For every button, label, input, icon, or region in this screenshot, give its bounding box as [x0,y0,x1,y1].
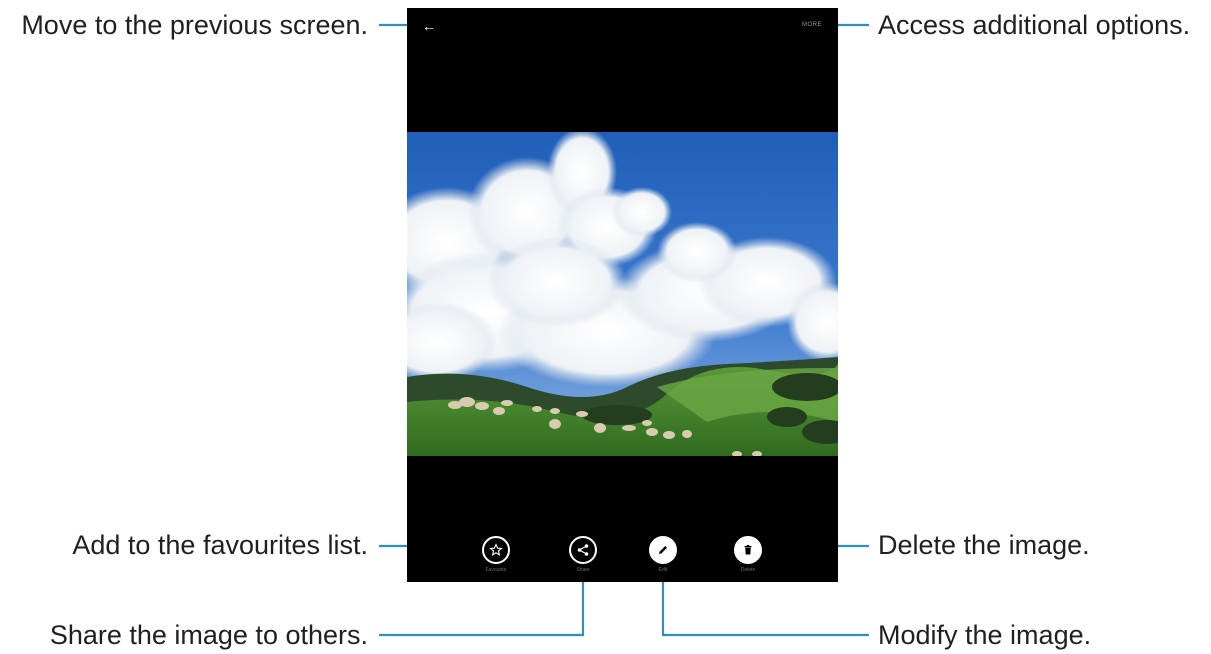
star-icon [489,543,503,557]
more-options-button[interactable]: MORE [800,22,822,28]
callout-modify: Modify the image. [878,620,1092,650]
share-label: Share [576,567,590,573]
favourite-button[interactable] [482,536,510,564]
favourite-label: Favourite [485,567,507,573]
edit-label: Edit [658,567,668,573]
share-button[interactable] [569,536,597,564]
edit-button[interactable] [649,536,677,564]
delete-icon [744,545,752,555]
callout-options: Access additional options. [878,10,1191,40]
callout-back: Move to the previous screen. [21,10,368,40]
share-icon [577,544,589,556]
edit-icon [659,546,667,554]
back-arrow-icon[interactable]: ← [421,18,437,34]
callout-delete: Delete the image. [878,530,1090,560]
callout-share: Share the image to others. [49,620,368,650]
delete-label: Delete [740,567,756,573]
gallery-viewer-screen: ← MORE Favourite Share Edit Delete [407,8,838,582]
delete-button[interactable] [734,536,762,564]
callout-favourites: Add to the favourites list. [72,530,368,560]
photo-landscape-sheep[interactable] [407,132,838,456]
